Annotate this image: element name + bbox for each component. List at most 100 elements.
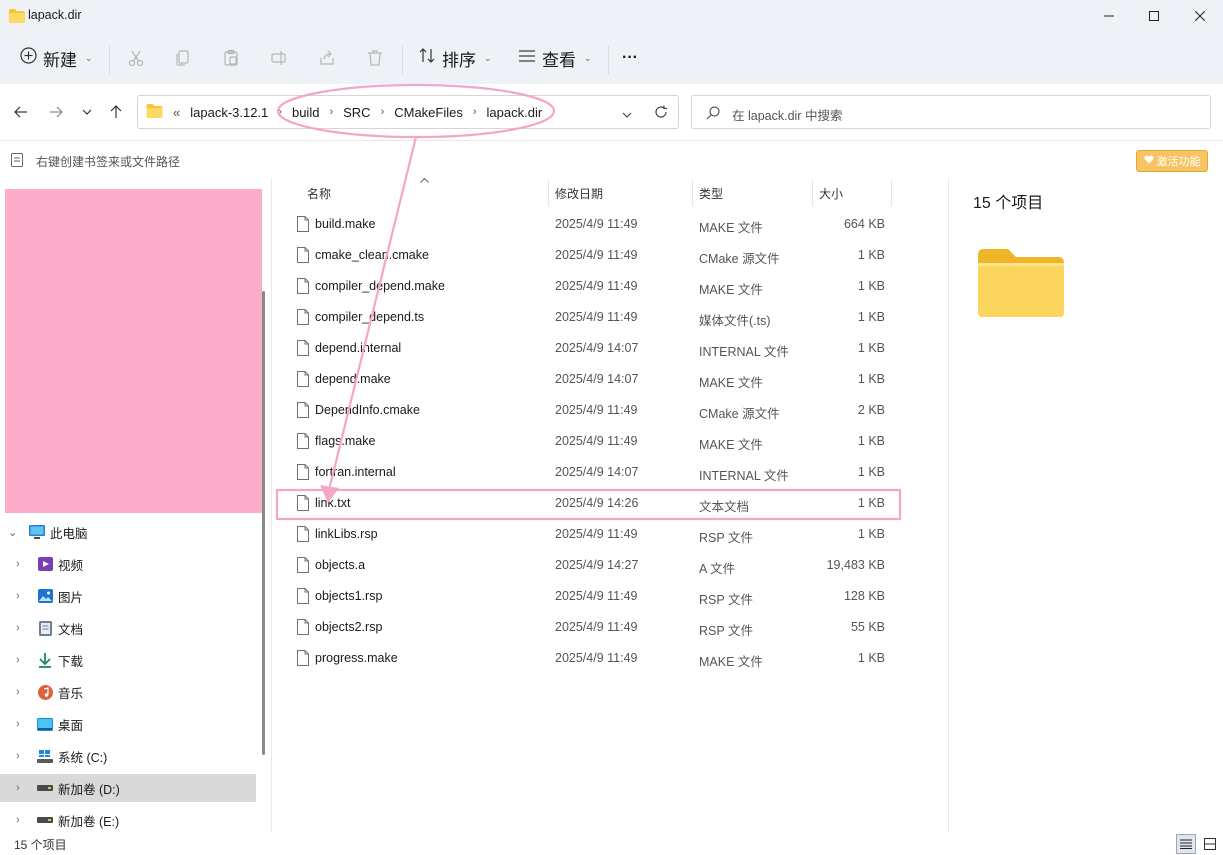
column-header-name[interactable]: 名称 (307, 178, 331, 208)
chevron-right-icon[interactable]: › (16, 590, 32, 602)
file-row[interactable]: progress.make 2025/4/9 11:49 MAKE 文件 1 KB (273, 643, 947, 674)
sidebar-item-label: 新加卷 (E:) (58, 814, 120, 829)
file-icon (297, 588, 309, 607)
file-row[interactable]: objects1.rsp 2025/4/9 11:49 RSP 文件 128 KB (273, 581, 947, 612)
sidebar-item-documents[interactable]: › 文档 (0, 614, 256, 642)
column-divider[interactable] (891, 180, 892, 206)
recent-locations-chevron-icon[interactable] (76, 101, 98, 123)
sidebar-item-videos[interactable]: › 视频 (0, 550, 256, 578)
breadcrumb-build[interactable]: build (292, 105, 319, 120)
column-header-type[interactable]: 类型 (699, 178, 723, 208)
file-row[interactable]: DependInfo.cmake 2025/4/9 11:49 CMake 源文件 2… (273, 395, 947, 426)
file-icon (297, 216, 309, 235)
column-header-date[interactable]: 修改日期 (555, 178, 603, 208)
file-row[interactable]: objects2.rsp 2025/4/9 11:49 RSP 文件 55 KB (273, 612, 947, 643)
chevron-down-icon[interactable]: ⌄ (8, 526, 24, 539)
file-row[interactable]: fortran.internal 2025/4/9 14:07 INTERNAL 文… (273, 457, 947, 488)
sort-button[interactable]: 排序 ⌄ (418, 42, 492, 74)
breadcrumb-lapack[interactable]: lapack-3.12.1 (190, 105, 268, 120)
folder-icon (9, 9, 25, 26)
chevron-right-icon[interactable]: › (16, 686, 32, 698)
breadcrumb-lapack-dir[interactable]: lapack.dir (487, 105, 543, 120)
sidebar-item-this-pc[interactable]: ⌄ 此电脑 (0, 518, 256, 546)
new-button[interactable]: 新建 ⌄ (20, 42, 93, 74)
file-row[interactable]: linkLibs.rsp 2025/4/9 11:49 RSP 文件 1 KB (273, 519, 947, 550)
file-type: INTERNAL 文件 (699, 469, 789, 483)
chevron-right-icon[interactable]: › (16, 782, 32, 794)
breadcrumb-cmakefiles[interactable]: CMakeFiles (394, 105, 463, 120)
tiles-view-icon[interactable] (1200, 834, 1220, 854)
file-row[interactable]: objects.a 2025/4/9 14:27 A 文件 19,483 KB (273, 550, 947, 581)
share-icon[interactable] (315, 46, 339, 70)
column-divider[interactable] (692, 180, 693, 206)
chevron-right-icon: › (472, 106, 477, 118)
file-row[interactable]: cmake_clean.cmake 2025/4/9 11:49 CMake 源文件… (273, 240, 947, 271)
column-divider[interactable] (548, 180, 549, 206)
file-row[interactable]: compiler_depend.ts 2025/4/9 11:49 媒体文件(.ts… (273, 302, 947, 333)
file-size: 1 KB (857, 372, 885, 386)
file-size: 1 KB (857, 279, 885, 293)
breadcrumb-src[interactable]: SRC (343, 105, 370, 120)
sidebar-item-label: 下载 (58, 654, 84, 669)
file-row[interactable]: depend.make 2025/4/9 14:07 MAKE 文件 1 KB (273, 364, 947, 395)
forward-arrow-icon[interactable] (45, 101, 67, 123)
activate-button[interactable]: 激活功能 (1136, 150, 1208, 172)
view-button[interactable]: 查看 ⌄ (518, 42, 592, 74)
column-divider[interactable] (812, 180, 813, 206)
copy-icon[interactable] (171, 46, 195, 70)
file-name: depend.internal (315, 341, 402, 355)
details-view-icon[interactable] (1176, 834, 1196, 854)
sidebar-item-music[interactable]: › 音乐 (0, 678, 256, 706)
file-date: 2025/4/9 14:07 (555, 341, 639, 355)
file-name: DependInfo.cmake (315, 403, 420, 417)
chevron-right-icon: › (278, 106, 282, 118)
refresh-icon[interactable] (654, 105, 668, 122)
sidebar-item-desktop[interactable]: › 桌面 (0, 710, 256, 738)
sidebar-item-drive-c[interactable]: › 系统 (C:) (0, 742, 256, 770)
file-name: linkLibs.rsp (315, 527, 378, 541)
column-header-size[interactable]: 大小 (819, 178, 843, 208)
breadcrumb-overflow[interactable]: « (173, 105, 180, 120)
maximize-button[interactable] (1131, 0, 1177, 32)
file-name: objects1.rsp (315, 589, 383, 603)
sidebar-scrollbar[interactable] (262, 291, 265, 755)
file-type: CMake 源文件 (699, 407, 780, 421)
paste-icon[interactable] (219, 46, 243, 70)
delete-icon[interactable] (363, 46, 387, 70)
file-row[interactable]: build.make 2025/4/9 11:49 MAKE 文件 664 KB (273, 209, 947, 240)
back-arrow-icon[interactable] (10, 101, 32, 123)
file-row[interactable]: compiler_depend.make 2025/4/9 11:49 MAKE 文… (273, 271, 947, 302)
file-size: 19,483 KB (826, 558, 885, 572)
sidebar-item-pictures[interactable]: › 图片 (0, 582, 256, 610)
file-date: 2025/4/9 11:49 (555, 248, 638, 262)
address-history-chevron-icon[interactable] (622, 107, 632, 121)
sidebar-item-label: 音乐 (58, 686, 84, 701)
file-date: 2025/4/9 11:49 (555, 527, 638, 541)
chevron-right-icon[interactable]: › (16, 718, 32, 730)
sort-up-icon (420, 175, 429, 186)
close-button[interactable] (1177, 0, 1223, 32)
sidebar-item-downloads[interactable]: › 下载 (0, 646, 256, 674)
search-input[interactable]: 在 lapack.dir 中搜索 (691, 95, 1211, 129)
sidebar-item-drive-d[interactable]: › 新加卷 (D:) (0, 774, 256, 802)
rename-icon[interactable] (267, 46, 291, 70)
minimize-button[interactable] (1086, 0, 1132, 32)
chevron-right-icon[interactable]: › (16, 654, 32, 666)
file-row[interactable]: link.txt 2025/4/9 14:26 文本文档 1 KB (273, 488, 947, 519)
up-arrow-icon[interactable] (105, 101, 127, 123)
file-row[interactable]: depend.internal 2025/4/9 14:07 INTERNAL 文件… (273, 333, 947, 364)
chevron-right-icon[interactable]: › (16, 558, 32, 570)
file-name: link.txt (315, 496, 351, 510)
address-bar[interactable]: « lapack-3.12.1 › build › SRC › CMakeFil… (137, 95, 679, 129)
sidebar-item-drive-e[interactable]: › 新加卷 (E:) (0, 806, 256, 834)
chevron-right-icon[interactable]: › (16, 622, 32, 634)
file-row[interactable]: flags.make 2025/4/9 11:49 MAKE 文件 1 KB (273, 426, 947, 457)
cut-icon[interactable] (124, 46, 148, 70)
file-size: 1 KB (857, 248, 885, 262)
file-date: 2025/4/9 14:07 (555, 372, 639, 386)
navigation-bar: « lapack-3.12.1 › build › SRC › CMakeFil… (0, 84, 1223, 140)
chevron-right-icon[interactable]: › (16, 814, 32, 826)
chevron-right-icon[interactable]: › (16, 750, 32, 762)
more-options-button[interactable]: ··· (622, 42, 638, 74)
file-name: compiler_depend.make (315, 279, 445, 293)
